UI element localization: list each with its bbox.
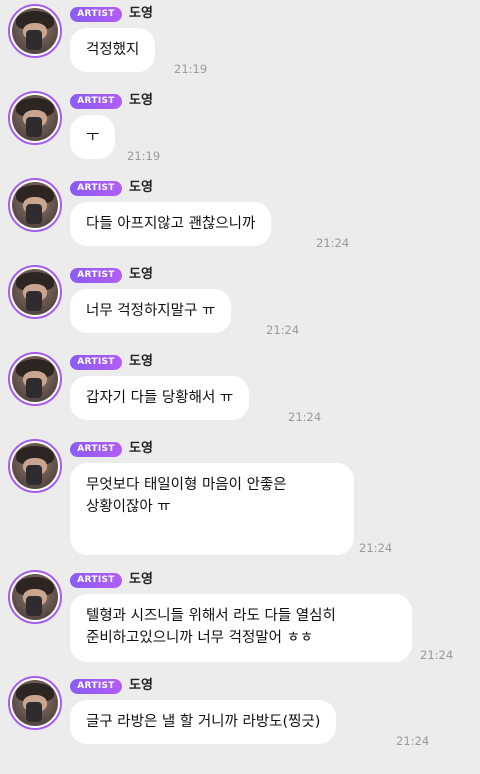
avatar[interactable]: [8, 178, 62, 232]
message-text: 텔형과 시즈니들 위해서 라도 다들 열심히: [86, 608, 336, 624]
profile-photo-icon: [12, 269, 58, 315]
message-bubble[interactable]: 텔형과 시즈니들 위해서 라도 다들 열심히 준비하고있으니까 너무 걱정말어 …: [70, 594, 412, 662]
profile-photo-icon: [12, 182, 58, 228]
message-bubble[interactable]: 걱정했지: [70, 28, 156, 72]
sender-name: 도영: [129, 267, 153, 282]
profile-photo-icon: [12, 574, 58, 620]
sender-name: 도영: [129, 354, 153, 369]
sender-name: 도영: [129, 180, 153, 195]
profile-photo-icon: [12, 95, 58, 141]
message-text: 무엇보다 태일이형 마음이 안좋은: [86, 477, 287, 493]
artist-badge: ARTIST: [70, 181, 122, 196]
sender-name: 도영: [129, 441, 153, 456]
message-timestamp: 21:24: [396, 734, 430, 748]
artist-badge: ARTIST: [70, 679, 122, 694]
message-text: 준비하고있으니까 너무 걱정말어 ㅎㅎ: [86, 630, 314, 646]
message-text: 상황이잖아 ㅠ: [86, 499, 171, 515]
message-bubble[interactable]: 너무 걱정하지말구 ㅠ: [70, 289, 232, 333]
avatar[interactable]: [8, 439, 62, 493]
message-text: 글구 라방은 낼 할 거니까 라방도(찡긋): [86, 714, 321, 730]
message-bubble[interactable]: 무엇보다 태일이형 마음이 안좋은 상황이잖아 ㅠ: [70, 463, 354, 555]
message-bubble[interactable]: 다들 아프지않고 괜찮으니까: [70, 202, 272, 246]
message-text: 너무 걱정하지말구 ㅠ: [86, 303, 216, 319]
message-text: ㅜ: [86, 129, 100, 145]
avatar[interactable]: [8, 352, 62, 406]
avatar[interactable]: [8, 4, 62, 58]
message-timestamp: 21:19: [174, 62, 208, 76]
message-bubble[interactable]: 갑자기 다들 당황해서 ㅠ: [70, 376, 250, 420]
message-timestamp: 21:24: [359, 541, 393, 555]
message-timestamp: 21:24: [266, 323, 300, 337]
avatar[interactable]: [8, 265, 62, 319]
message-text: 다들 아프지않고 괜찮으니까: [86, 216, 256, 232]
message-bubble[interactable]: 글구 라방은 낼 할 거니까 라방도(찡긋): [70, 700, 337, 744]
sender-name: 도영: [129, 93, 153, 108]
avatar[interactable]: [8, 570, 62, 624]
profile-photo-icon: [12, 8, 58, 54]
artist-badge: ARTIST: [70, 268, 122, 283]
profile-photo-icon: [12, 443, 58, 489]
sender-name: 도영: [129, 572, 153, 587]
sender-name: 도영: [129, 6, 153, 21]
profile-photo-icon: [12, 680, 58, 726]
message-timestamp: 21:24: [420, 648, 454, 662]
profile-photo-icon: [12, 356, 58, 402]
avatar[interactable]: [8, 91, 62, 145]
message-timestamp: 21:24: [316, 236, 350, 250]
artist-badge: ARTIST: [70, 355, 122, 370]
avatar[interactable]: [8, 676, 62, 730]
message-text: 걱정했지: [86, 42, 140, 58]
sender-name: 도영: [129, 678, 153, 693]
artist-badge: ARTIST: [70, 442, 122, 457]
artist-badge: ARTIST: [70, 94, 122, 109]
artist-badge: ARTIST: [70, 7, 122, 22]
message-timestamp: 21:24: [288, 410, 322, 424]
message-text: 갑자기 다들 당황해서 ㅠ: [86, 390, 234, 406]
message-timestamp: 21:19: [127, 149, 161, 163]
message-bubble[interactable]: ㅜ: [70, 115, 116, 159]
artist-badge: ARTIST: [70, 573, 122, 588]
